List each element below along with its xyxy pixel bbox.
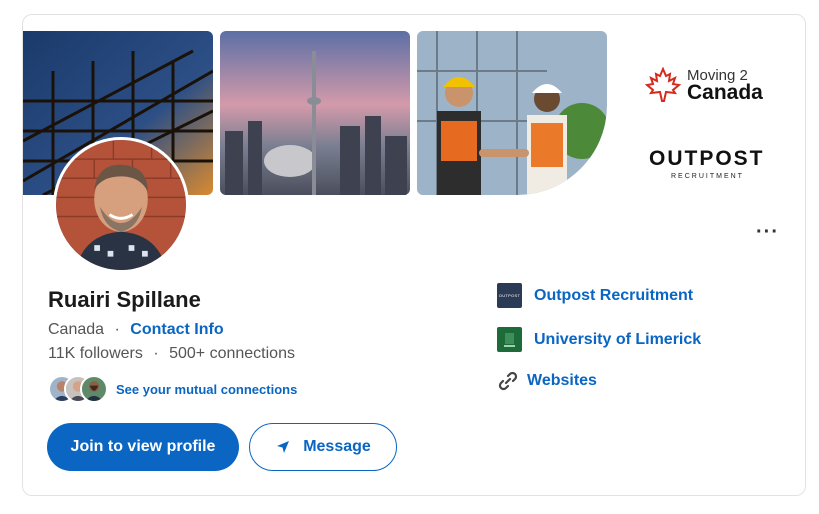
education-link[interactable]: University of Limerick (534, 331, 701, 349)
profile-avatar[interactable] (53, 137, 189, 273)
company-logo-text: OUTPOST (498, 293, 521, 298)
connections-count: 500+ connections (169, 345, 295, 362)
banner-photo-workers-handshake (417, 31, 607, 195)
mutual-connections-link[interactable]: See your mutual connections (116, 382, 297, 397)
profile-location: Canada (48, 321, 105, 338)
university-logo (497, 327, 522, 352)
mutual-avatar (80, 375, 108, 403)
separator-dot: · (153, 345, 159, 362)
current-company-item[interactable]: OUTPOST Outpost Recruitment (497, 283, 693, 308)
m2c-line2: Canada (687, 81, 763, 104)
message-button-label: Message (303, 438, 371, 455)
moving2canada-logo: Moving 2 Canada (643, 67, 773, 107)
profile-location-row: Canada · Contact Info (48, 321, 224, 339)
send-icon (277, 441, 290, 453)
outpost-logo-main: OUTPOST (649, 147, 765, 170)
message-button[interactable]: Message (249, 423, 397, 471)
contact-info-link[interactable]: Contact Info (130, 321, 223, 338)
outpost-logo-sub: RECRUITMENT (671, 173, 744, 180)
mutual-connections[interactable]: See your mutual connections (48, 373, 297, 405)
profile-stats-row: 11K followers · 500+ connections (48, 345, 295, 363)
more-options-icon[interactable]: ··· (756, 222, 779, 242)
outpost-recruitment-logo: OUTPOST RECRUITMENT (649, 147, 769, 180)
websites-item[interactable]: Websites (497, 370, 597, 392)
outpost-company-logo: OUTPOST (497, 283, 522, 308)
followers-count: 11K followers (48, 345, 143, 362)
current-company-link[interactable]: Outpost Recruitment (534, 287, 693, 305)
profile-name: Ruairi Spillane (48, 287, 201, 312)
link-icon (498, 371, 518, 391)
websites-link[interactable]: Websites (527, 372, 597, 390)
profile-card: Moving 2 Canada OUTPOST RECRUITMENT ··· … (22, 14, 806, 496)
separator-dot: · (114, 321, 120, 338)
maple-leaf-icon (645, 67, 681, 102)
join-to-view-profile-button[interactable]: Join to view profile (47, 423, 239, 471)
banner-photo-toronto-skyline (220, 31, 410, 195)
education-item[interactable]: University of Limerick (497, 327, 701, 352)
